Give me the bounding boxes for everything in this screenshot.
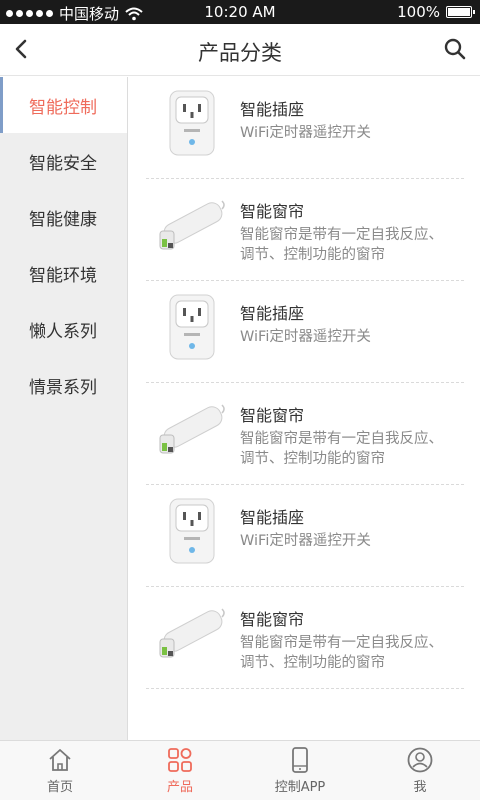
tab-label: 首页 xyxy=(46,780,73,795)
smart-socket-image xyxy=(169,498,215,564)
smart-curtain-image xyxy=(159,200,225,250)
sidebar-item-label: 智能健康 xyxy=(29,209,97,230)
product-description: WiFi定时器遥控开关 xyxy=(240,533,371,549)
tab-label: 我 xyxy=(413,780,427,795)
tab-label: 控制APP xyxy=(274,780,326,795)
product-item[interactable]: 智能插座 WiFi定时器遥控开关 xyxy=(146,281,464,383)
product-description: WiFi定时器遥控开关 xyxy=(240,329,371,345)
product-list: 智能插座 WiFi定时器遥控开关 智能窗帘 智能窗帘是带有一定自我反应、调节、控… xyxy=(146,77,464,689)
bottom-tab-bar: 首页 产品 控制APP 我 xyxy=(0,740,480,800)
product-item[interactable]: 智能窗帘 智能窗帘是带有一定自我反应、调节、控制功能的窗帘 xyxy=(146,179,464,281)
product-item[interactable]: 智能插座 WiFi定时器遥控开关 xyxy=(146,77,464,179)
tab-label: 产品 xyxy=(166,780,193,795)
page-title: 产品分类 xyxy=(198,41,282,65)
battery-icon xyxy=(446,6,475,18)
search-icon[interactable] xyxy=(442,36,468,62)
smart-curtain-image xyxy=(159,608,225,658)
user-icon xyxy=(407,747,433,773)
battery-percent: 100% xyxy=(397,3,440,21)
sidebar-item-smart-security[interactable]: 智能安全 xyxy=(0,133,127,189)
product-title: 智能插座 xyxy=(240,304,305,323)
sidebar-item-label: 智能环境 xyxy=(29,265,97,286)
tab-products[interactable]: 产品 xyxy=(120,741,240,800)
smart-socket-image xyxy=(169,90,215,156)
phone-icon xyxy=(292,747,308,773)
tab-control-app[interactable]: 控制APP xyxy=(240,741,360,800)
sidebar-item-label: 情景系列 xyxy=(29,377,97,398)
sidebar-item-scene-series[interactable]: 情景系列 xyxy=(0,357,127,413)
product-item[interactable]: 智能窗帘 智能窗帘是带有一定自我反应、调节、控制功能的窗帘 xyxy=(146,587,464,689)
product-item[interactable]: 智能窗帘 智能窗帘是带有一定自我反应、调节、控制功能的窗帘 xyxy=(146,383,464,485)
product-description: 智能窗帘是带有一定自我反应、调节、控制功能的窗帘 xyxy=(240,635,443,671)
category-sidebar: 智能控制 智能安全 智能健康 智能环境 懒人系列 情景系列 xyxy=(0,77,128,740)
sidebar-item-smart-health[interactable]: 智能健康 xyxy=(0,189,127,245)
product-title: 智能窗帘 xyxy=(240,406,305,425)
product-title: 智能插座 xyxy=(240,508,305,527)
tab-me[interactable]: 我 xyxy=(360,741,480,800)
product-title: 智能窗帘 xyxy=(240,610,305,629)
sidebar-item-smart-environment[interactable]: 智能环境 xyxy=(0,245,127,301)
nav-header: 产品分类 xyxy=(0,24,480,76)
tab-home[interactable]: 首页 xyxy=(0,741,120,800)
sidebar-item-label: 智能控制 xyxy=(29,97,97,118)
product-title: 智能窗帘 xyxy=(240,202,305,221)
smart-socket-image xyxy=(169,294,215,360)
product-description: 智能窗帘是带有一定自我反应、调节、控制功能的窗帘 xyxy=(240,431,443,467)
sidebar-item-lazy-series[interactable]: 懒人系列 xyxy=(0,301,127,357)
status-bar: 中国移动 10:20 AM 100% xyxy=(0,0,480,24)
smart-curtain-image xyxy=(159,404,225,454)
grid-icon xyxy=(168,748,192,772)
sidebar-item-label: 懒人系列 xyxy=(29,321,97,342)
sidebar-item-label: 智能安全 xyxy=(29,153,97,174)
product-description: 智能窗帘是带有一定自我反应、调节、控制功能的窗帘 xyxy=(240,227,443,263)
product-description: WiFi定时器遥控开关 xyxy=(240,125,371,141)
home-icon xyxy=(49,749,71,771)
sidebar-item-smart-control[interactable]: 智能控制 xyxy=(0,77,127,133)
product-title: 智能插座 xyxy=(240,100,305,119)
product-item[interactable]: 智能插座 WiFi定时器遥控开关 xyxy=(146,485,464,587)
